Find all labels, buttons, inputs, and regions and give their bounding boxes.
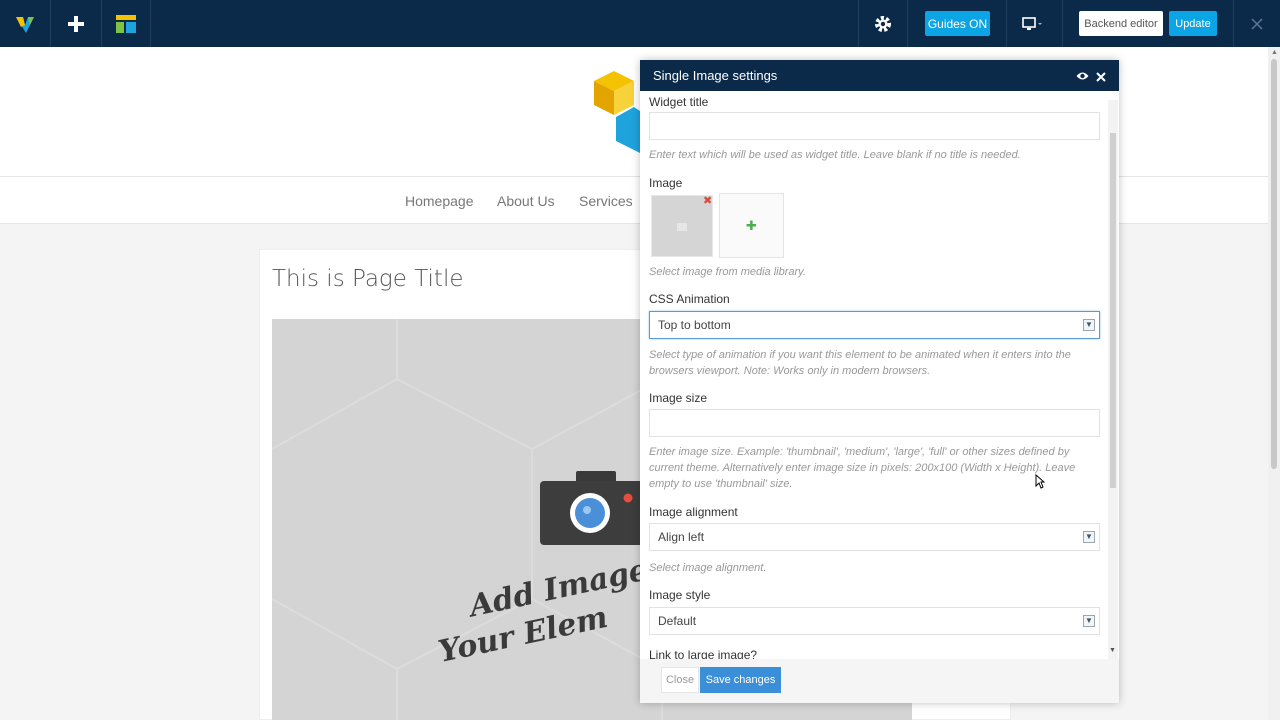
close-button[interactable]: Close — [661, 667, 699, 693]
modal-scroll-thumb[interactable] — [1110, 133, 1116, 488]
chevron-down-icon[interactable]: ▼ — [1083, 615, 1095, 627]
css-animation-select[interactable]: Top to bottom ▼ — [649, 311, 1100, 339]
save-changes-button[interactable]: Save changes — [700, 667, 781, 693]
top-toolbar: Guides ON Backend editor Update — [0, 0, 1280, 47]
camera-icon — [540, 471, 650, 545]
image-label: Image — [649, 176, 683, 190]
nav-item-services[interactable]: Services — [579, 193, 633, 209]
css-animation-label: CSS Animation — [649, 292, 730, 306]
page-scrollbar[interactable]: ▲ — [1268, 47, 1280, 720]
image-help: Select image from media library. — [649, 266, 806, 278]
logo-icon[interactable] — [0, 0, 50, 47]
image-style-select[interactable]: Default ▼ — [649, 607, 1100, 635]
preview-eye-icon[interactable] — [1076, 69, 1089, 84]
templates-icon[interactable] — [102, 0, 150, 47]
settings-gear-icon[interactable] — [859, 0, 907, 47]
modal-header: Single Image settings — [640, 60, 1119, 91]
page-title: This is Page Title — [272, 266, 464, 292]
add-image-button[interactable]: ✚ — [719, 193, 784, 258]
remove-image-icon[interactable]: ✖ — [703, 194, 712, 207]
image-alignment-help: Select image alignment. — [649, 562, 767, 574]
responsive-preview-icon[interactable] — [1010, 0, 1056, 47]
nav-item-about-us[interactable]: About Us — [497, 193, 555, 209]
close-editor-icon[interactable] — [1234, 0, 1280, 47]
chevron-down-icon[interactable]: ▼ — [1083, 531, 1095, 543]
nav-item-homepage[interactable]: Homepage — [405, 193, 474, 209]
modal-footer: Close Save changes — [640, 659, 1119, 703]
image-alignment-value: Align left — [658, 530, 705, 544]
image-alignment-label: Image alignment — [649, 505, 738, 519]
image-style-value: Default — [658, 614, 697, 628]
chevron-down-icon[interactable]: ▼ — [1083, 319, 1095, 331]
widget-title-label: Widget title — [649, 95, 709, 109]
modal-body: Widget title Enter text which will be us… — [640, 91, 1119, 659]
add-element-icon[interactable] — [51, 0, 101, 47]
widget-title-input[interactable] — [649, 112, 1100, 140]
update-button[interactable]: Update — [1169, 11, 1217, 36]
single-image-settings-modal: Single Image settings Widget title Enter… — [640, 60, 1119, 703]
modal-scrollbar[interactable]: ▼ — [1108, 100, 1118, 660]
modal-title: Single Image settings — [653, 68, 778, 83]
site-logo-icon — [594, 71, 640, 153]
guides-toggle-button[interactable]: Guides ON — [925, 11, 990, 36]
image-size-input[interactable] — [649, 409, 1100, 437]
widget-title-help: Enter text which will be used as widget … — [649, 149, 1021, 161]
link-large-image-label: Link to large image? — [649, 648, 758, 659]
css-animation-help: Select type of animation if you want thi… — [649, 349, 1071, 377]
image-size-help: Enter image size. Example: 'thumbnail', … — [649, 446, 1076, 490]
image-style-label: Image style — [649, 588, 711, 602]
backend-editor-button[interactable]: Backend editor — [1079, 11, 1163, 36]
scroll-down-arrow-icon[interactable]: ▼ — [1109, 647, 1116, 654]
image-size-label: Image size — [649, 391, 708, 405]
css-animation-value: Top to bottom — [658, 318, 731, 332]
image-alignment-select[interactable]: Align left ▼ — [649, 523, 1100, 551]
modal-close-icon[interactable] — [1096, 70, 1106, 85]
page-scroll-thumb[interactable] — [1271, 59, 1277, 469]
mouse-cursor-icon — [1035, 474, 1045, 489]
